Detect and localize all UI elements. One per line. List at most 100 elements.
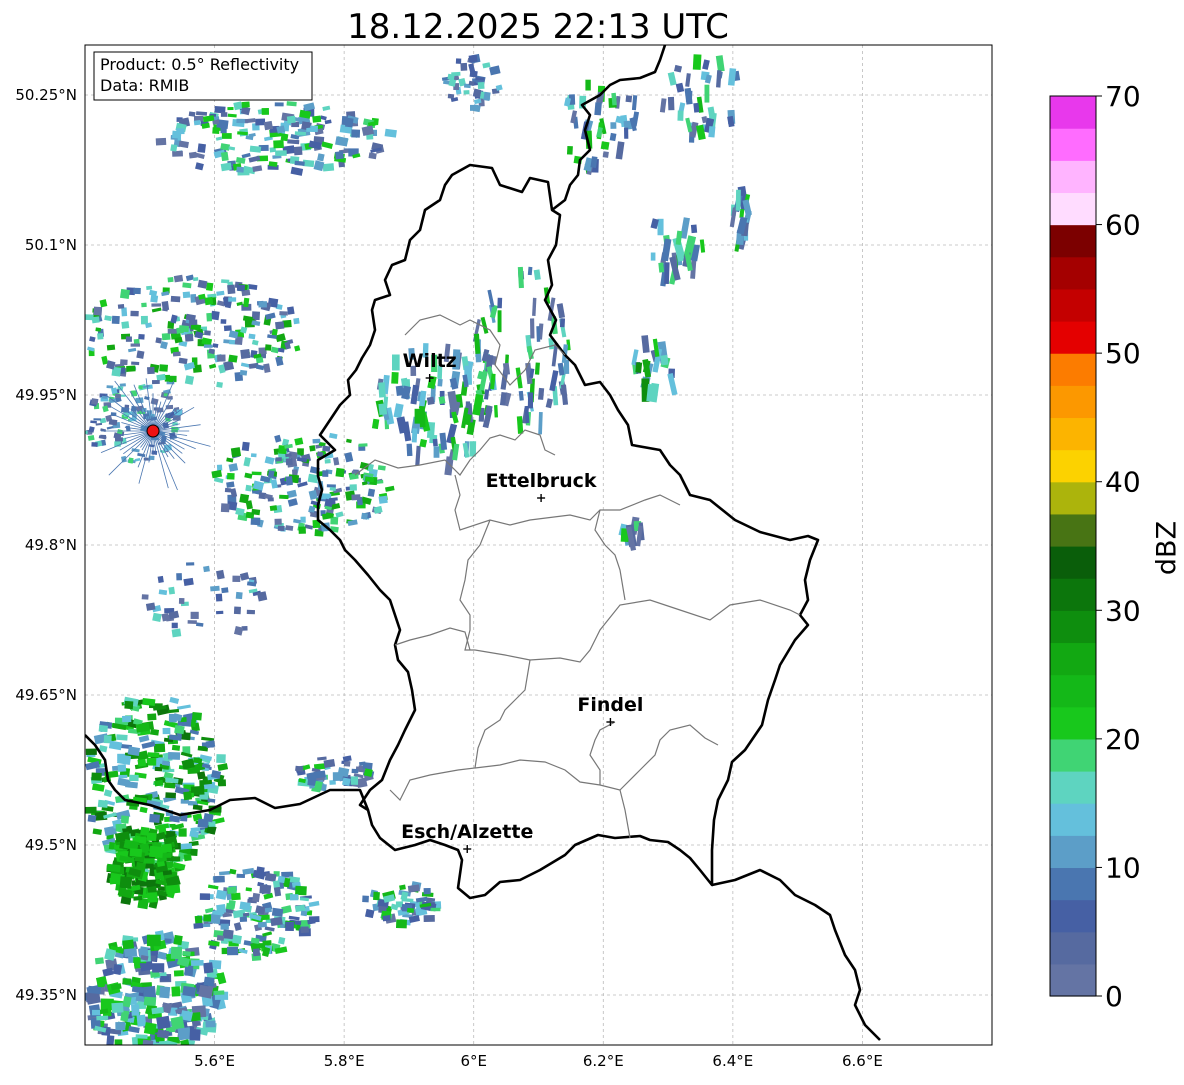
echo-cell: [115, 394, 121, 399]
echo-cell: [183, 791, 192, 800]
echo-cell: [116, 823, 127, 829]
echo-cell: [286, 476, 293, 486]
colorbar-segment-5: [1050, 803, 1096, 836]
echo-cell: [222, 133, 232, 139]
echo-cell: [396, 386, 404, 396]
echo-cell: [191, 612, 199, 619]
echo-cell: [295, 131, 306, 135]
echo-cell: [251, 453, 257, 457]
echo-cell: [259, 301, 267, 307]
echo-cell: [635, 362, 642, 373]
echo-cell: [221, 319, 227, 324]
x-tick-label-3: 6.2°E: [583, 1052, 624, 1070]
echo-cell: [456, 58, 461, 63]
echo-cell: [530, 318, 534, 338]
echo-cell: [708, 126, 715, 137]
echo-cell: [268, 497, 274, 501]
echo-cell: [242, 102, 250, 108]
echo-cell: [351, 494, 360, 500]
echo-cell: [227, 107, 233, 110]
echo-cell: [234, 607, 241, 615]
echo-cell: [203, 915, 211, 922]
echo-cell: [150, 295, 158, 303]
echo-cell: [173, 352, 181, 357]
echo-cell: [216, 594, 223, 602]
city-label-2: Findel: [577, 694, 643, 716]
colorbar-tick-label-2: 20: [1105, 723, 1141, 756]
echo-cell: [325, 459, 331, 464]
echo-cell: [126, 365, 136, 371]
echo-cell: [231, 447, 241, 457]
echo-cell: [601, 141, 610, 150]
colorbar-tick-label-5: 50: [1105, 337, 1141, 370]
echo-cell: [536, 326, 540, 342]
echo-cell: [243, 913, 249, 917]
echo-cell: [528, 267, 533, 275]
echo-cell: [274, 887, 281, 897]
echo-cell: [236, 167, 244, 173]
echo-cell: [382, 915, 390, 921]
echo-cell: [239, 494, 249, 504]
echo-cell: [141, 316, 148, 325]
echo-cell: [172, 623, 178, 629]
echo-cell: [327, 484, 336, 487]
echo-cell: [136, 350, 144, 358]
echo-cell: [295, 886, 307, 896]
echo-cell: [227, 285, 235, 295]
echo-cell: [330, 487, 336, 491]
echo-cell: [293, 318, 299, 324]
echo-cell: [162, 301, 170, 311]
colorbar-segment-2: [1050, 900, 1096, 933]
echo-cell: [197, 143, 206, 152]
echo-cell: [97, 333, 103, 340]
echo-cell: [197, 771, 206, 779]
echo-cell: [242, 442, 250, 451]
echo-cell: [192, 712, 202, 720]
echo-cell: [95, 957, 104, 964]
echo-cell: [203, 962, 213, 973]
echo-cell: [152, 963, 164, 972]
echo-cell: [172, 151, 183, 157]
echo-cell: [247, 610, 255, 614]
echo-cell: [109, 419, 118, 425]
echo-cell: [610, 122, 616, 129]
echo-cell: [149, 846, 163, 858]
echo-cell: [189, 1029, 200, 1041]
echo-cell: [361, 513, 368, 520]
echo-cell: [658, 262, 664, 272]
echo-cell: [269, 161, 278, 167]
echo-cell: [147, 713, 156, 720]
echo-cell: [252, 311, 260, 320]
echo-cell: [193, 923, 203, 929]
echo-cell: [391, 372, 398, 384]
echo-cell: [251, 517, 261, 525]
echo-cell: [313, 439, 321, 444]
echo-cell: [163, 728, 171, 734]
echo-cell: [275, 150, 287, 156]
echo-cell: [146, 286, 152, 290]
echo-cell: [137, 1015, 147, 1027]
echo-cell: [107, 344, 115, 350]
echo-cell: [270, 505, 277, 511]
echo-cell: [113, 964, 122, 975]
echo-cell: [350, 484, 357, 490]
echo-cell: [156, 138, 167, 146]
echo-cell: [221, 112, 227, 117]
echo-cell: [407, 908, 414, 913]
echo-cell: [262, 108, 269, 115]
echo-cell: [245, 485, 252, 492]
echo-cell: [224, 325, 232, 331]
echo-cell: [152, 380, 160, 384]
echo-cell: [392, 355, 400, 371]
echo-cell: [122, 940, 134, 950]
echo-cell: [651, 253, 656, 261]
city-label-0: Wiltz: [403, 350, 457, 372]
echo-cell: [147, 935, 161, 946]
echo-cell: [264, 121, 273, 130]
echo-cell: [206, 313, 212, 322]
echo-cell: [252, 472, 262, 476]
echo-cell: [100, 435, 106, 438]
echo-cell: [144, 997, 156, 1006]
echo-cell: [279, 311, 288, 315]
y-tick-label-2: 49.95°N: [15, 386, 77, 404]
